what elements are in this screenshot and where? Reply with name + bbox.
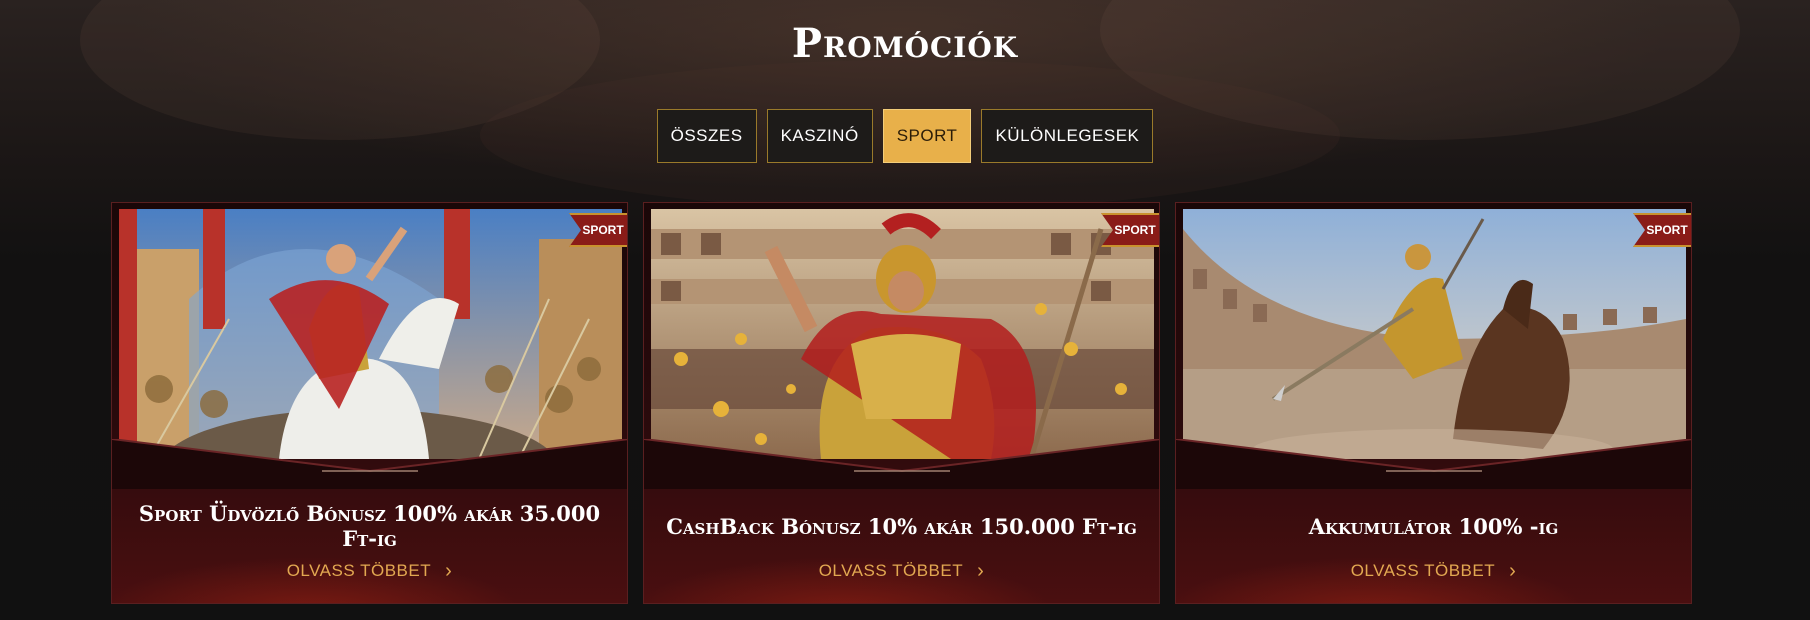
read-more-label: OLVASS TÖBBET <box>1350 561 1496 580</box>
promo-card[interactable]: SPORT CashBack Bónusz 10% akár 150.000 F… <box>643 202 1160 604</box>
promo-image <box>651 209 1154 459</box>
card-glow <box>644 483 1159 603</box>
chevron-right-icon: › <box>445 560 453 582</box>
chevron-frame <box>644 439 1159 489</box>
tab-osszes[interactable]: ÖSSZES <box>656 109 757 163</box>
promo-image <box>119 209 622 459</box>
promo-card[interactable]: SPORT Sport Üdvözlő Bónusz 100% akár 35.… <box>111 202 628 604</box>
promo-cards: SPORT Sport Üdvözlő Bónusz 100% akár 35.… <box>111 202 1692 604</box>
tab-kaszino[interactable]: KASZINÓ <box>766 109 873 163</box>
card-glow <box>1176 483 1691 603</box>
tab-sport[interactable]: SPORT <box>882 109 972 163</box>
read-more-label: OLVASS TÖBBET <box>818 561 964 580</box>
read-more-link[interactable]: OLVASS TÖBBET › <box>112 561 627 581</box>
promo-filter-tabs: ÖSSZES KASZINÓ SPORT KÜLÖNLEGESEK <box>0 109 1810 163</box>
promo-card[interactable]: SPORT Akkumulátor 100% -ig OLVASS TÖBBET… <box>1175 202 1692 604</box>
read-more-label: OLVASS TÖBBET <box>286 561 432 580</box>
read-more-link[interactable]: OLVASS TÖBBET › <box>644 561 1159 581</box>
promo-title: CashBack Bónusz 10% akár 150.000 Ft-ig <box>666 514 1137 539</box>
chevron-right-icon: › <box>1509 560 1517 582</box>
read-more-link[interactable]: OLVASS TÖBBET › <box>1176 561 1691 581</box>
page-title: Promóciók <box>791 20 1019 67</box>
promo-title: Sport Üdvözlő Bónusz 100% akár 35.000 Ft… <box>138 501 601 551</box>
tab-kulonlegesek[interactable]: KÜLÖNLEGESEK <box>981 109 1154 163</box>
chevron-frame <box>112 439 627 489</box>
chevron-frame <box>1176 439 1691 489</box>
promo-image <box>1183 209 1686 459</box>
chevron-right-icon: › <box>977 560 985 582</box>
promo-title: Akkumulátor 100% -ig <box>1308 514 1559 539</box>
